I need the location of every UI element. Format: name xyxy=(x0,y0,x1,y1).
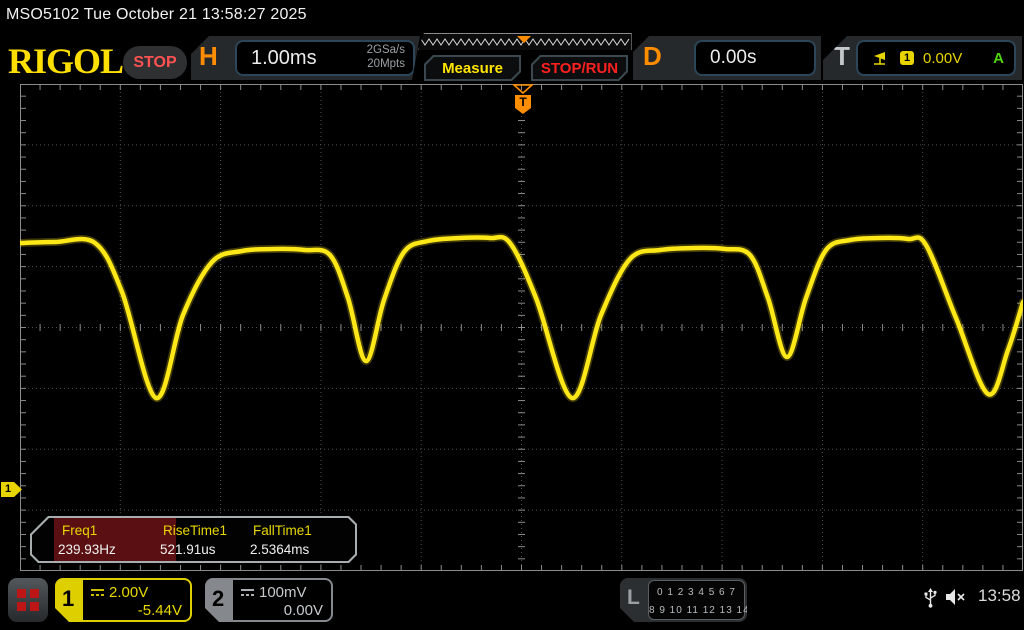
trigger-label: T xyxy=(834,41,850,72)
measurement-value: 239.93Hz xyxy=(58,542,116,557)
channel2-number: 2 xyxy=(212,586,224,612)
horizontal-panel[interactable]: H 1.00ms 2GSa/s 20Mpts xyxy=(191,36,420,80)
measurement-value: 2.5364ms xyxy=(250,542,309,557)
clock: 13:58 xyxy=(978,586,1021,606)
measure-button[interactable]: Measure xyxy=(424,55,521,81)
channel1-offset: -5.44V xyxy=(138,602,182,619)
channel1-scale: 2.00V xyxy=(109,584,148,601)
overview-zigzag xyxy=(419,34,631,50)
digital-channels: 0 1 2 3 4 5 6 7 8 9 10 11 12 13 14 15 xyxy=(648,580,745,620)
ch1-position-marker[interactable]: 1 xyxy=(1,482,22,497)
timebase-value: 1.00ms xyxy=(237,47,367,70)
oscilloscope-screen: MSO5102 Tue October 21 13:58:27 2025 RIG… xyxy=(0,0,1024,630)
stop-run-button-label: STOP/RUN xyxy=(533,57,626,79)
dc-coupling-icon xyxy=(90,588,105,598)
logic-analyzer-box[interactable]: L 0 1 2 3 4 5 6 7 8 9 10 11 12 13 14 15 xyxy=(620,578,747,622)
waveform-overview-strip[interactable] xyxy=(418,33,632,50)
usb-icon xyxy=(922,587,939,609)
measurement-panel[interactable]: Freq1 RiseTime1 FallTime1 239.93Hz 521.9… xyxy=(30,516,357,563)
rigol-logo: RIGOL xyxy=(8,40,123,82)
menu-grid-icon xyxy=(17,589,39,611)
trigger-source-badge: 1 xyxy=(900,51,914,65)
timebase-panel[interactable]: 1.00ms 2GSa/s 20Mpts xyxy=(235,40,415,76)
graticule xyxy=(20,84,1023,571)
digital-channels-row1: 0 1 2 3 4 5 6 7 xyxy=(649,584,744,602)
run-state-badge[interactable]: STOP xyxy=(123,46,187,79)
channel1-number: 1 xyxy=(62,586,74,612)
dc-coupling-icon xyxy=(240,588,255,598)
measurement-name[interactable]: RiseTime1 xyxy=(163,523,227,538)
model-and-datetime: MSO5102 Tue October 21 13:58:27 2025 xyxy=(6,6,307,24)
channel1-box[interactable]: 1 2.00V -5.44V xyxy=(55,578,192,622)
horizontal-label: H xyxy=(199,41,218,72)
stop-run-button[interactable]: STOP/RUN xyxy=(531,55,628,81)
digital-channels-row2: 8 9 10 11 12 13 14 15 xyxy=(649,602,744,620)
trigger-position-marker[interactable]: T xyxy=(511,84,536,116)
edge-trigger-icon xyxy=(872,51,888,66)
sample-rate: 2GSa/s xyxy=(367,44,405,58)
measurement-name[interactable]: FallTime1 xyxy=(253,523,312,538)
channel2-offset: 0.00V xyxy=(284,602,323,619)
function-navigation-button[interactable] xyxy=(8,578,48,622)
measurement-value: 521.91us xyxy=(160,542,216,557)
acquisition-info: 2GSa/s 20Mpts xyxy=(367,44,413,72)
speaker-muted-icon[interactable] xyxy=(944,587,970,607)
trigger-panel[interactable]: T 1 0.00V A xyxy=(823,36,1022,80)
trigger-mode: A xyxy=(993,50,1004,67)
waveform-display xyxy=(20,84,1023,571)
trigger-info-panel[interactable]: 1 0.00V A xyxy=(856,40,1016,76)
delay-value: 0.00s xyxy=(696,47,756,69)
measurement-name[interactable]: Freq1 xyxy=(62,523,97,538)
measurement-panel-inner: Freq1 RiseTime1 FallTime1 239.93Hz 521.9… xyxy=(32,518,355,561)
channel1-info: 2.00V -5.44V xyxy=(83,580,190,620)
measure-button-label: Measure xyxy=(426,57,519,79)
delay-label: D xyxy=(643,41,662,72)
delay-value-panel[interactable]: 0.00s xyxy=(694,40,816,76)
delay-panel[interactable]: D 0.00s xyxy=(633,36,821,80)
channel2-info: 100mV 0.00V xyxy=(233,580,331,620)
channel2-box[interactable]: 2 100mV 0.00V xyxy=(205,578,333,622)
channel2-scale: 100mV xyxy=(259,584,307,601)
logic-analyzer-label: L xyxy=(627,586,640,610)
trigger-level: 0.00V xyxy=(923,50,993,67)
svg-text:T: T xyxy=(519,95,527,109)
memory-depth: 20Mpts xyxy=(367,58,405,72)
